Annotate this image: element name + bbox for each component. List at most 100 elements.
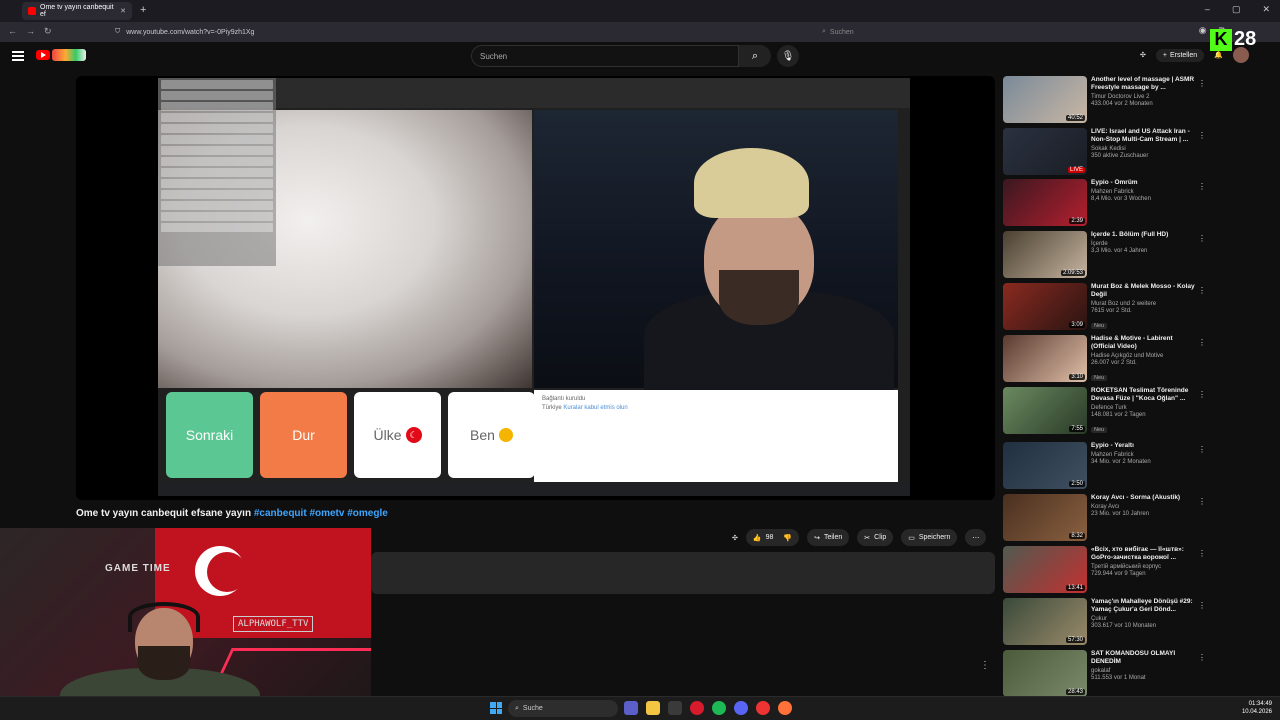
spotify-icon[interactable] [712,701,726,715]
recommendation-item[interactable]: 13:41 «Всіх, хто вибігає — її«штв»: GoPro… [1003,546,1207,594]
browser-tab[interactable]: Ome tv yayın canbequit ef ✕ [22,2,132,20]
share-button[interactable]: ↪ Teilen [807,529,850,546]
thumbs-up-icon[interactable]: 👍 [753,534,762,542]
more-options-icon[interactable]: ⋮ [1198,234,1206,243]
create-button[interactable]: + Erstellen [1155,48,1205,62]
country-button[interactable]: Ülke ☾ [354,392,441,478]
maximize-icon[interactable]: ▢ [1232,4,1241,15]
youtube-logo[interactable] [36,49,86,61]
video-thumbnail[interactable]: 3:10 [1003,335,1087,382]
video-thumbnail[interactable]: 2:09:53 [1003,231,1087,278]
opera-icon[interactable] [690,701,704,715]
close-tab-icon[interactable]: ✕ [120,7,126,15]
creator-tools-icon[interactable]: ✣ [1140,51,1146,59]
video-thumbnail[interactable]: 2:39 [1003,179,1087,226]
taskbar-search[interactable]: ⌕ Suche [508,700,618,717]
recommendation-item[interactable]: LIVE LIVE: Israel and US Attack Iran - No… [1003,128,1207,176]
browser-search-field[interactable]: ⌕ Suchen [822,25,1122,39]
next-button[interactable]: Sonraki [166,392,253,478]
channel-name[interactable]: gokalaf [1091,668,1195,674]
thumbs-down-icon[interactable]: 👎 [783,534,792,542]
video-thumbnail[interactable]: 57:30 [1003,598,1087,645]
channel-name[interactable]: Koray Avcı [1091,504,1195,510]
more-options-icon[interactable]: ⋮ [1198,79,1206,88]
notifications-bell-icon[interactable]: 🔔 [1214,51,1223,59]
recommendation-title[interactable]: Eypio - Ömrüm [1091,179,1195,187]
comments-menu-icon[interactable]: ⋮ [980,660,990,671]
more-options-icon[interactable]: ⋮ [1198,653,1206,662]
recommendation-item[interactable]: 57:30 Yamaç'ın Mahalleye Dönüşü #29: Yama… [1003,598,1207,646]
channel-name[interactable]: Defence Turk [1091,405,1195,411]
minimize-icon[interactable]: – [1205,4,1210,15]
hashtag-link[interactable]: #omegle [347,508,388,519]
recommendation-title[interactable]: Yamaç'ın Mahalleye Dönüşü #29: Yamaç Çuk… [1091,598,1195,614]
system-clock[interactable]: 01:34:49 10.04.2026 [1242,700,1272,716]
youtube-search-input[interactable]: Suchen [471,45,739,67]
more-options-icon[interactable]: ⋮ [1198,601,1206,610]
recommendation-title[interactable]: Another level of massage | ASMR Freestyl… [1091,76,1195,92]
more-options-icon[interactable]: ⋮ [1198,445,1206,454]
more-options-icon[interactable]: ⋮ [1198,182,1206,191]
channel-name[interactable]: Третій армійський корпус [1091,564,1195,570]
account-icon[interactable]: ◉ [1199,25,1207,36]
youtube-search-button[interactable]: ⌕ [739,45,771,67]
recommendation-title[interactable]: LIVE: Israel and US Attack Iran - Non-St… [1091,128,1195,144]
more-options-icon[interactable]: ⋮ [1198,338,1206,347]
creator-tools-icon[interactable]: ✣ [732,534,738,542]
recommendation-item[interactable]: 3:09 Murat Boz & Melek Mosso - Kolay Deği… [1003,283,1207,331]
recommendation-title[interactable]: Hadise & Motive - Labirent (Official Vid… [1091,335,1195,351]
gender-button[interactable]: Ben [448,392,535,478]
stop-button[interactable]: Dur [260,392,347,478]
channel-name[interactable]: Murat Boz und 2 weitere [1091,301,1195,307]
hashtag-link[interactable]: #canbequit [254,508,307,519]
forward-icon[interactable]: → [26,26,35,36]
more-options-icon[interactable]: ⋮ [1198,549,1206,558]
store-icon[interactable] [668,701,682,715]
channel-name[interactable]: Mahzen Fabrick [1091,189,1195,195]
file-explorer-icon[interactable] [646,701,660,715]
reload-icon[interactable]: ↻ [44,26,52,37]
windows-start-icon[interactable] [490,702,502,714]
recommendation-title[interactable]: İçerde 1. Bölüm (Full HD) [1091,231,1195,239]
teams-icon[interactable] [624,701,638,715]
more-options-icon[interactable]: ⋮ [1198,131,1206,140]
firefox-icon[interactable] [778,701,792,715]
recommendation-item[interactable]: 2:50 Eypio - Yeraltı Mahzen Fabrick 34 Mio.… [1003,442,1207,490]
description-box[interactable] [371,552,995,594]
hashtag-link[interactable]: #ometv [309,508,344,519]
video-thumbnail[interactable]: 8:32 [1003,494,1087,541]
more-options-icon[interactable]: ⋮ [1198,286,1206,295]
recommendation-item[interactable]: 28:43 SAT KOMANDOSU OLMAYI DENEDİM gokalaf… [1003,650,1207,698]
back-icon[interactable]: ← [8,26,17,36]
video-thumbnail[interactable]: 28:43 [1003,650,1087,697]
video-thumbnail[interactable]: LIVE [1003,128,1087,175]
close-window-icon[interactable]: ✕ [1262,4,1270,15]
recommendation-title[interactable]: «Всіх, хто вибігає — її«штв»: GoPro-зачи… [1091,546,1195,562]
like-dislike-button[interactable]: 👍 98 👎 [745,529,800,546]
more-options-icon[interactable]: ⋮ [1198,390,1206,399]
recommendation-item[interactable]: 40:52 Another level of massage | ASMR Fre… [1003,76,1207,124]
new-tab-icon[interactable]: + [140,4,146,16]
recommendation-item[interactable]: 8:32 Koray Avcı - Sorma (Akustik) Koray Av… [1003,494,1207,542]
recommendation-item[interactable]: 2:39 Eypio - Ömrüm Mahzen Fabrick 8,4 Mio. … [1003,179,1207,227]
save-button[interactable]: ▭ Speichern [901,529,958,546]
channel-name[interactable]: Sokak Kedisi [1091,146,1195,152]
media-app-icon[interactable] [756,701,770,715]
more-options-icon[interactable]: ⋮ [1198,497,1206,506]
recommendation-title[interactable]: Koray Avcı - Sorma (Akustik) [1091,494,1195,502]
discord-icon[interactable] [734,701,748,715]
video-thumbnail[interactable]: 2:50 [1003,442,1087,489]
channel-name[interactable]: Hadise Açıkgöz und Motive [1091,353,1195,359]
more-actions-button[interactable]: ⋯ [965,529,987,546]
channel-name[interactable]: Çukur [1091,616,1195,622]
menu-icon[interactable] [12,51,24,61]
recommendation-item[interactable]: 2:09:53 İçerde 1. Bölüm (Full HD) İçerde 3,… [1003,231,1207,279]
clip-button[interactable]: ✂ Clip [857,529,894,546]
channel-name[interactable]: Timur Doctorov Live 2 [1091,94,1195,100]
video-thumbnail[interactable]: 40:52 [1003,76,1087,123]
recommendation-title[interactable]: SAT KOMANDOSU OLMAYI DENEDİM [1091,650,1195,666]
channel-name[interactable]: İçerde [1091,241,1195,247]
video-thumbnail[interactable]: 3:09 [1003,283,1087,330]
voice-search-button[interactable]: 🎙 [777,45,799,67]
recommendation-item[interactable]: 3:10 Hadise & Motive - Labirent (Official… [1003,335,1207,383]
